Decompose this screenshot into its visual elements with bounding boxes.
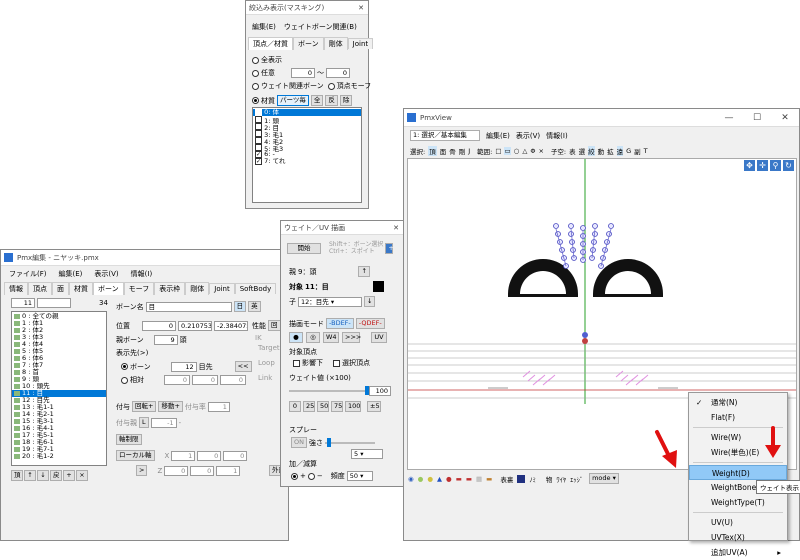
red-arrow-icon (765, 426, 781, 458)
submenu-arrow-icon: ▸ (777, 548, 781, 557)
menu-item-additional-uv[interactable]: 追加UV(A) ▸ (689, 545, 787, 560)
red-arrow-icon (655, 430, 677, 468)
annotation-arrows (655, 426, 781, 468)
